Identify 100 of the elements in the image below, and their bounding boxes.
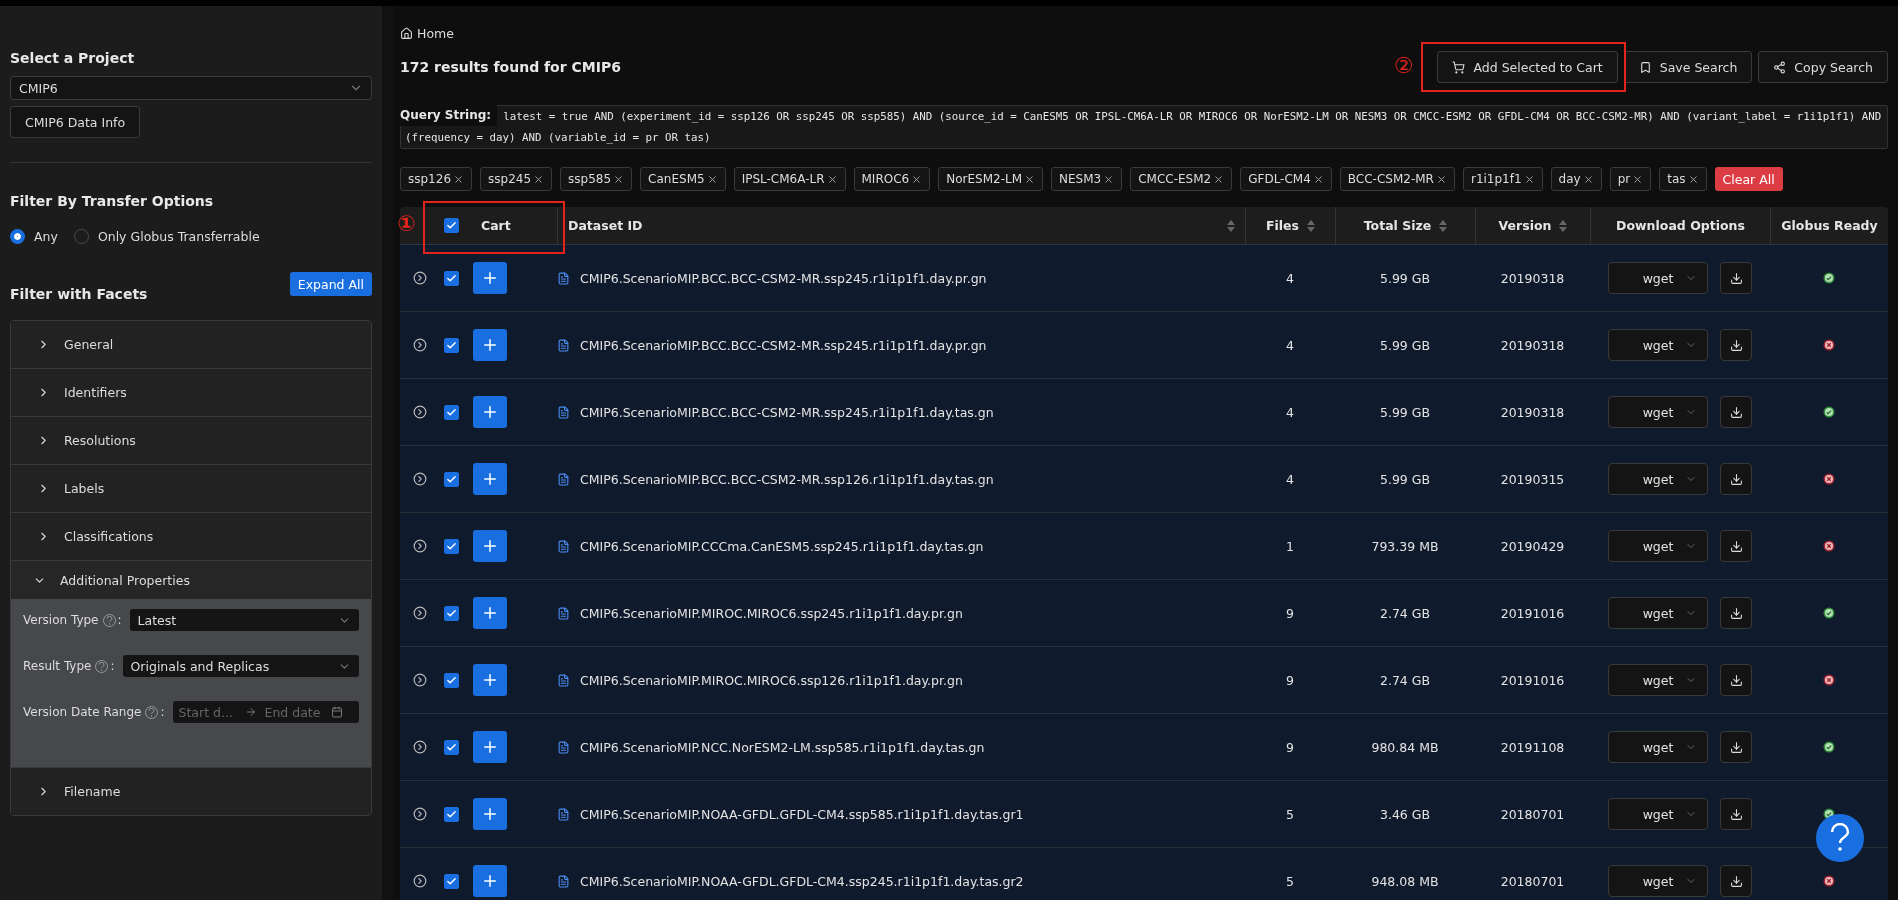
clear-all-button[interactable]: Clear All: [1714, 167, 1783, 191]
expand-icon[interactable]: [413, 673, 427, 687]
filter-tag[interactable]: ssp585: [560, 167, 633, 191]
row-checkbox[interactable]: [444, 471, 459, 487]
close-icon[interactable]: [1103, 173, 1115, 185]
expand-icon[interactable]: [413, 807, 427, 821]
add-to-cart-button[interactable]: [473, 865, 507, 897]
filter-tag[interactable]: NESM3: [1051, 167, 1123, 191]
add-to-cart-button[interactable]: [473, 597, 507, 629]
start-date-input[interactable]: Start d...: [178, 704, 237, 720]
download-select[interactable]: wget: [1608, 329, 1708, 361]
close-icon[interactable]: [826, 173, 838, 185]
filter-tag[interactable]: ssp245: [480, 167, 553, 191]
download-button[interactable]: [1720, 664, 1752, 696]
select-all-checkbox[interactable]: [444, 218, 459, 233]
accordion-header[interactable]: Filename: [11, 768, 371, 815]
filter-tag[interactable]: pr: [1609, 167, 1652, 191]
download-button[interactable]: [1720, 798, 1752, 830]
accordion-header[interactable]: Identifiers: [11, 369, 371, 416]
action-button[interactable]: Add Selected to Cart: [1437, 51, 1618, 83]
filter-tag[interactable]: NorESM2-LM: [938, 167, 1043, 191]
expand-icon[interactable]: [413, 338, 427, 352]
download-button[interactable]: [1720, 731, 1752, 763]
sort-icon[interactable]: [1227, 219, 1235, 232]
accordion-header[interactable]: Classifications: [11, 513, 371, 560]
row-checkbox[interactable]: [444, 672, 459, 688]
close-icon[interactable]: [1523, 173, 1535, 185]
expand-icon[interactable]: [413, 271, 427, 285]
field-select[interactable]: Originals and Replicas: [122, 655, 359, 677]
filter-tag[interactable]: r1i1p1f1: [1462, 167, 1543, 191]
close-icon[interactable]: [1687, 173, 1699, 185]
download-select[interactable]: wget: [1608, 396, 1708, 428]
row-checkbox[interactable]: [444, 806, 459, 822]
filter-tag[interactable]: BCC-CSM2-MR: [1339, 167, 1455, 191]
row-checkbox[interactable]: [444, 605, 459, 621]
data-info-button[interactable]: CMIP6 Data Info: [10, 106, 141, 138]
radio-option[interactable]: Any: [10, 229, 58, 244]
accordion-header[interactable]: Additional Properties: [11, 561, 371, 599]
filter-tag[interactable]: day: [1550, 167, 1602, 191]
date-range-field[interactable]: Start d... End date: [172, 701, 359, 723]
sort-icon[interactable]: [1307, 219, 1315, 232]
download-button[interactable]: [1720, 262, 1752, 294]
action-button[interactable]: Save Search: [1623, 51, 1753, 83]
action-button[interactable]: Copy Search: [1758, 51, 1888, 83]
add-to-cart-button[interactable]: [473, 396, 507, 428]
project-select[interactable]: CMIP6: [10, 76, 372, 100]
filter-tag[interactable]: CanESM5: [640, 167, 726, 191]
field-select[interactable]: Latest: [129, 609, 359, 631]
download-button[interactable]: [1720, 396, 1752, 428]
close-icon[interactable]: [1435, 173, 1447, 185]
download-select[interactable]: wget: [1608, 798, 1708, 830]
close-icon[interactable]: [613, 173, 625, 185]
expand-icon[interactable]: [413, 539, 427, 553]
row-checkbox[interactable]: [444, 538, 459, 554]
row-checkbox[interactable]: [444, 873, 459, 889]
add-to-cart-button[interactable]: [473, 329, 507, 361]
expand-icon[interactable]: [413, 874, 427, 888]
row-checkbox[interactable]: [444, 404, 459, 420]
close-icon[interactable]: [911, 173, 923, 185]
expand-icon[interactable]: [413, 740, 427, 754]
close-icon[interactable]: [1582, 173, 1594, 185]
download-select[interactable]: wget: [1608, 664, 1708, 696]
row-checkbox[interactable]: [444, 337, 459, 353]
close-icon[interactable]: [1312, 173, 1324, 185]
filter-tag[interactable]: ssp126: [400, 167, 473, 191]
accordion-header[interactable]: Labels: [11, 465, 371, 512]
add-to-cart-button[interactable]: [473, 530, 507, 562]
add-to-cart-button[interactable]: [473, 664, 507, 696]
add-to-cart-button[interactable]: [473, 262, 507, 294]
add-to-cart-button[interactable]: [473, 463, 507, 495]
sort-icon[interactable]: [1559, 219, 1568, 232]
radio-option[interactable]: Only Globus Transferrable: [73, 229, 260, 244]
filter-tag[interactable]: tas: [1659, 167, 1707, 191]
accordion-header[interactable]: Resolutions: [11, 417, 371, 464]
download-select[interactable]: wget: [1608, 865, 1708, 897]
expand-icon[interactable]: [413, 606, 427, 620]
close-icon[interactable]: [453, 173, 465, 185]
close-icon[interactable]: [706, 173, 718, 185]
download-select[interactable]: wget: [1608, 463, 1708, 495]
download-select[interactable]: wget: [1608, 597, 1708, 629]
add-to-cart-button[interactable]: [473, 731, 507, 763]
download-select[interactable]: wget: [1608, 262, 1708, 294]
close-icon[interactable]: [1024, 173, 1035, 185]
download-button[interactable]: [1720, 530, 1752, 562]
download-select[interactable]: wget: [1608, 731, 1708, 763]
download-button[interactable]: [1720, 329, 1752, 361]
filter-tag[interactable]: MIROC6: [853, 167, 931, 191]
download-button[interactable]: [1720, 865, 1752, 897]
sort-icon[interactable]: [1439, 219, 1448, 232]
download-select[interactable]: wget: [1608, 530, 1708, 562]
close-icon[interactable]: [1213, 173, 1225, 185]
end-date-input[interactable]: End date: [264, 704, 323, 720]
close-icon[interactable]: [533, 173, 545, 185]
breadcrumb[interactable]: Home: [400, 26, 1888, 41]
download-button[interactable]: [1720, 463, 1752, 495]
expand-icon[interactable]: [413, 405, 427, 419]
row-checkbox[interactable]: [444, 739, 459, 755]
filter-tag[interactable]: IPSL-CM6A-LR: [733, 167, 846, 191]
filter-tag[interactable]: CMCC-ESM2: [1130, 167, 1233, 191]
add-to-cart-button[interactable]: [473, 798, 507, 830]
